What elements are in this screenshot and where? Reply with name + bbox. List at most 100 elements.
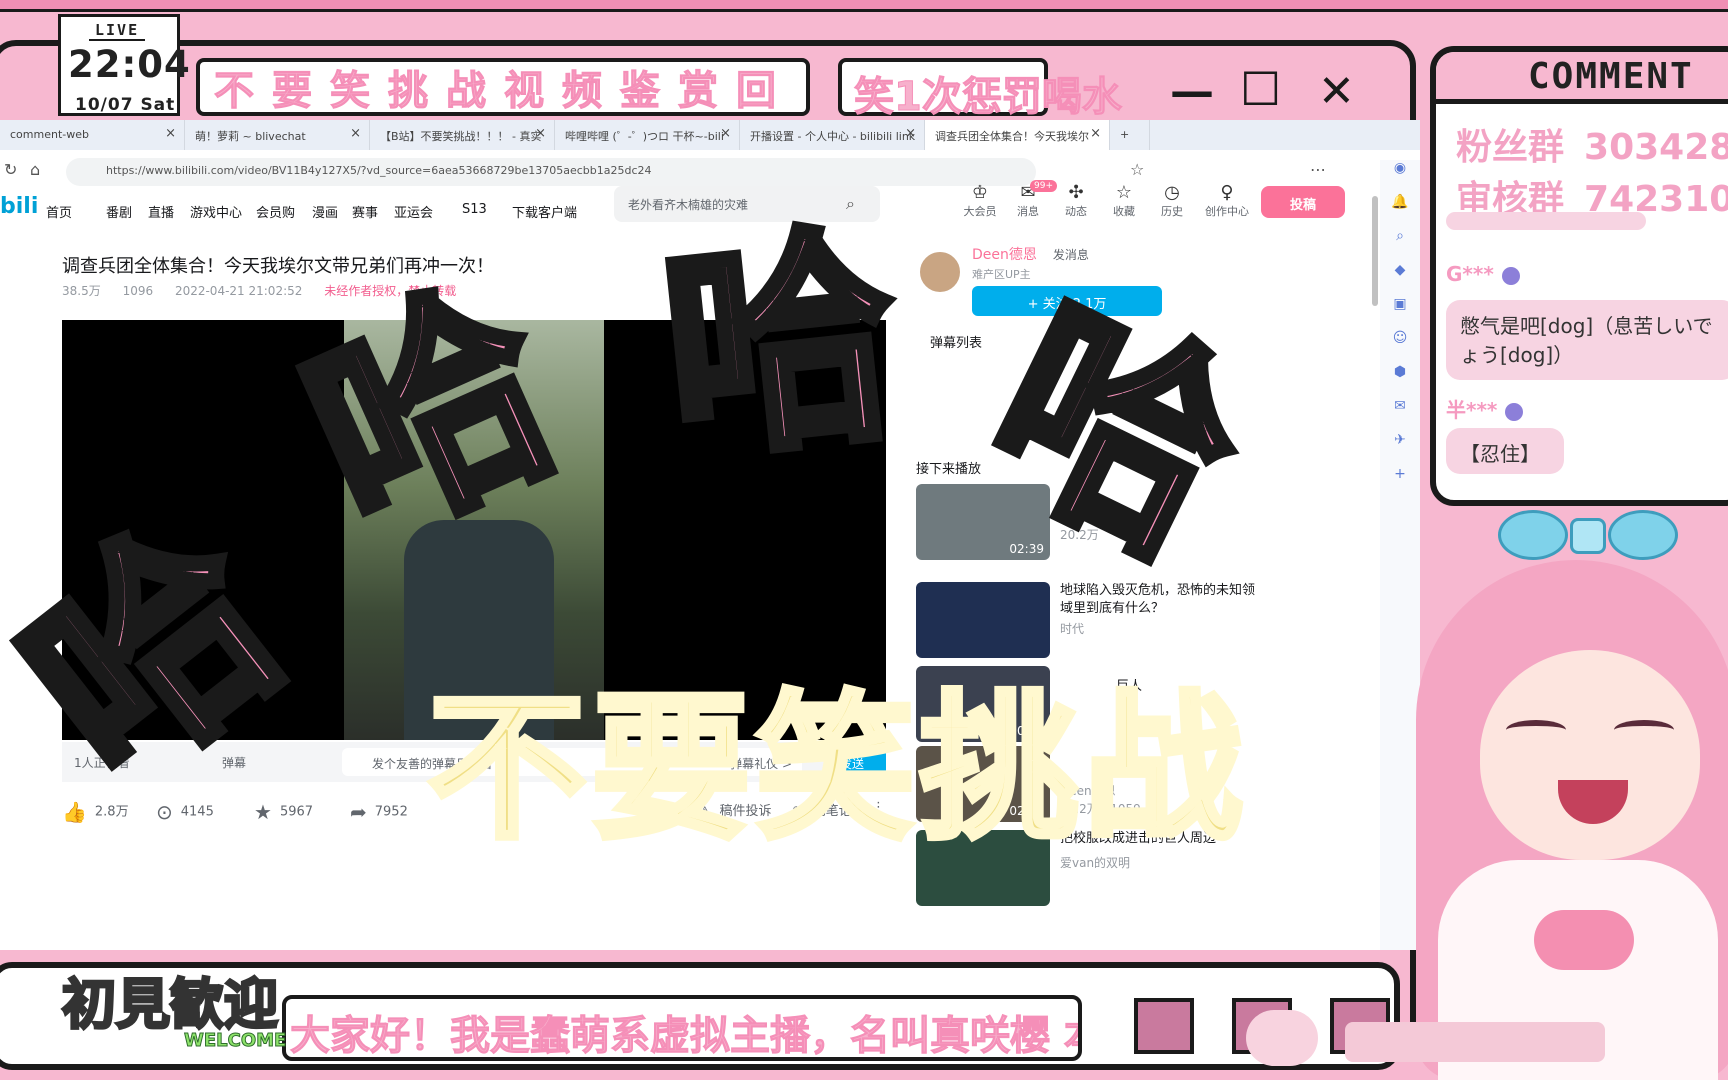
fan-group-number: 3034284 bbox=[1584, 127, 1728, 168]
fan-group-label: 粉丝群 bbox=[1456, 127, 1565, 168]
browser-tab-active[interactable]: 调查兵团全体集合！今天我埃尔 × bbox=[925, 120, 1110, 150]
avatar-mouth bbox=[1558, 780, 1628, 824]
marquee-box: 大家好！我是蠢萌系虚拟主播，名叫真咲樱 本 bbox=[282, 995, 1082, 1061]
live-time: 22:04 bbox=[68, 43, 191, 86]
nav-home[interactable]: 首页 bbox=[46, 202, 72, 221]
favorites-button[interactable]: ☆ 收藏 bbox=[1104, 182, 1144, 219]
uploader-name[interactable]: Deen德恩 发消息 bbox=[972, 244, 1089, 264]
browser-tab[interactable]: 萌！萝莉 ~ blivechat × bbox=[185, 120, 370, 150]
favorites-icon[interactable]: ☆ bbox=[1130, 160, 1144, 179]
thumb-up-icon: 👍 bbox=[62, 800, 87, 824]
reload-icon[interactable]: ↻ bbox=[4, 160, 17, 179]
welcome-badge: 初見歓迎 bbox=[61, 972, 280, 1038]
nav-bangumi[interactable]: 番剧 bbox=[106, 202, 132, 221]
minimize-icon: — bbox=[1170, 66, 1214, 117]
new-tab-button[interactable]: + bbox=[1110, 120, 1150, 150]
bell-icon[interactable]: 🔔 bbox=[1380, 194, 1420, 228]
tab-close-icon[interactable]: × bbox=[905, 126, 916, 141]
bing-icon[interactable]: ◉ bbox=[1380, 160, 1420, 194]
tab-close-icon[interactable]: × bbox=[165, 126, 176, 141]
uploader-avatar[interactable] bbox=[918, 250, 962, 294]
comment-panel: COMMENT 粉丝群3034284 审核群7423108 G*** 憋气是吧[… bbox=[1430, 46, 1728, 506]
clock-icon: ◷ bbox=[1164, 182, 1180, 203]
tab-close-icon[interactable]: × bbox=[350, 126, 361, 141]
maximize-icon: ☐ bbox=[1240, 62, 1282, 116]
haha-overlay: 哈 bbox=[648, 197, 914, 496]
stream-title: 不要笑挑战视频鉴赏回 bbox=[214, 68, 794, 115]
comment-bubble: 憋气是吧[dog]（息苦しいでょう[dog]） bbox=[1446, 300, 1728, 380]
creator-button[interactable]: ♀ 创作中心 bbox=[1202, 182, 1252, 219]
person-icon[interactable]: ☺ bbox=[1380, 330, 1420, 364]
vip-icon: ♔ bbox=[971, 182, 989, 203]
comment-user: G*** bbox=[1446, 262, 1520, 286]
history-button[interactable]: ◷ 历史 bbox=[1152, 182, 1192, 219]
wind-icon: ✣ bbox=[1068, 182, 1084, 203]
deco-square bbox=[1134, 998, 1194, 1054]
home-icon[interactable]: ⌂ bbox=[30, 160, 40, 179]
message-badge: 99+ bbox=[1030, 180, 1057, 192]
live-date: 10/07 Sat bbox=[75, 95, 176, 115]
avatar-face bbox=[1480, 650, 1700, 860]
plane-icon[interactable]: ✈ bbox=[1380, 432, 1420, 466]
live-clock: LIVE 22:04 10/07 Sat bbox=[58, 14, 190, 116]
bow-left bbox=[1498, 510, 1568, 560]
browser-tab[interactable]: 开播设置 - 个人中心 - bilibili link × bbox=[740, 120, 925, 150]
search-icon[interactable]: ⌕ bbox=[1380, 228, 1420, 262]
tab-close-icon[interactable]: × bbox=[720, 126, 731, 141]
scrollbar[interactable] bbox=[1372, 196, 1378, 306]
bow-center bbox=[1570, 518, 1606, 554]
send-message[interactable]: 发消息 bbox=[1053, 248, 1089, 262]
nav-live[interactable]: 直播 bbox=[148, 202, 174, 221]
uploader-desc: 难产区UP主 bbox=[972, 268, 1031, 281]
add-icon[interactable]: + bbox=[1380, 466, 1420, 500]
fan-group-line: 粉丝群 3034284 bbox=[1456, 118, 1728, 170]
stream-title-box: 不要笑挑战视频鉴赏回 bbox=[196, 58, 810, 116]
share-icon: ➦ bbox=[350, 800, 367, 824]
comment-user: 半*** bbox=[1446, 394, 1524, 423]
bulb-icon: ♀ bbox=[1220, 182, 1234, 203]
upload-button[interactable]: 投稿 bbox=[1261, 186, 1345, 218]
upload-date: 2022-04-21 21:02:52 bbox=[174, 284, 303, 298]
share-button[interactable]: ➦ 7952 bbox=[350, 800, 408, 824]
rule-box: 笑1次惩罚喝水 bbox=[838, 58, 1122, 121]
views: 38.5万 bbox=[62, 284, 101, 298]
outlook-icon[interactable]: ✉ bbox=[1380, 398, 1420, 432]
nav-s13[interactable]: S13 bbox=[462, 202, 487, 217]
keyboard-prop bbox=[1345, 1022, 1605, 1062]
nav-esports[interactable]: 赛事 bbox=[352, 202, 378, 221]
menu-icon[interactable]: ⋯ bbox=[1310, 160, 1326, 179]
marquee-text: 大家好！我是蠢萌系虚拟主播，名叫真咲樱 本 bbox=[290, 1013, 1082, 1059]
badge-icon bbox=[1501, 266, 1520, 285]
star-icon: ☆ bbox=[1115, 182, 1133, 203]
welcome-en: WELCOME bbox=[183, 1030, 287, 1052]
m365-icon[interactable]: ⬢ bbox=[1380, 364, 1420, 398]
nav-manga[interactable]: 漫画 bbox=[312, 202, 338, 221]
favorite-button[interactable]: ★ 5967 bbox=[254, 800, 313, 824]
star-icon: ★ bbox=[254, 800, 272, 824]
badge-icon bbox=[1505, 402, 1524, 421]
nav-game[interactable]: 游戏中心 bbox=[190, 202, 242, 221]
browser-tab[interactable]: 哔哩哔哩 (゜-゜)つロ 干杯~-bili × bbox=[555, 120, 740, 150]
browser-tab[interactable]: 【B站】不要笑挑战！！！ - 真实 × bbox=[370, 120, 555, 150]
address-bar[interactable]: https://www.bilibili.com/video/BV11B4y12… bbox=[66, 158, 1036, 186]
nav-asiangames[interactable]: 亚运会 bbox=[394, 202, 433, 221]
comment-header: COMMENT bbox=[1436, 52, 1728, 104]
avatar-eye bbox=[1506, 720, 1566, 740]
dynamic-button[interactable]: ✣ 动态 bbox=[1056, 182, 1096, 219]
danmaku-count: 1096 bbox=[122, 284, 154, 298]
toolbox-icon[interactable]: ▣ bbox=[1380, 296, 1420, 330]
tag-icon[interactable]: ◆ bbox=[1380, 262, 1420, 296]
danmaku-list-label[interactable]: 弹幕列表 bbox=[930, 332, 982, 351]
comment-bubble: 【忍住】 bbox=[1446, 428, 1564, 474]
bili-logo[interactable]: bili bbox=[0, 194, 38, 219]
like-button[interactable]: 👍 2.8万 bbox=[62, 800, 129, 824]
tab-close-icon[interactable]: × bbox=[1090, 126, 1101, 141]
tab-close-icon[interactable]: × bbox=[535, 126, 546, 141]
nav-shop[interactable]: 会员购 bbox=[256, 202, 295, 221]
comment-bubble-partial bbox=[1446, 212, 1646, 230]
browser-tab[interactable]: comment-web × bbox=[0, 120, 185, 150]
avatar-eye bbox=[1614, 720, 1674, 740]
nav-download[interactable]: 下载客户端 bbox=[512, 202, 577, 221]
top-stripe bbox=[0, 0, 1728, 12]
vip-button[interactable]: ♔ 大会员 bbox=[960, 182, 1000, 219]
